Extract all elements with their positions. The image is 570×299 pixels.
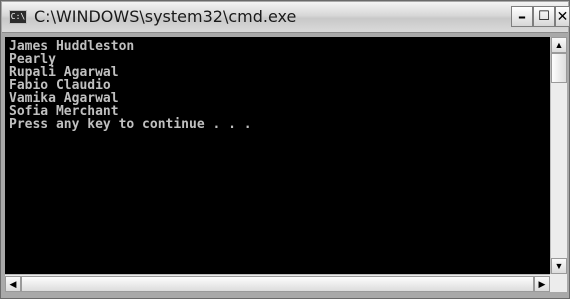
maximize-button[interactable]: ☐ bbox=[533, 6, 555, 27]
console-lines: James Huddleston Pearly Rupali Agarwal F… bbox=[9, 40, 252, 131]
close-button[interactable]: ✕ bbox=[555, 6, 570, 27]
scroll-down-arrow-icon: ▼ bbox=[554, 261, 564, 271]
close-icon: ✕ bbox=[556, 8, 569, 25]
scroll-right-arrow-icon: ▶ bbox=[538, 278, 546, 289]
vertical-scrollbar[interactable]: ▲ ▼ bbox=[550, 37, 567, 274]
horizontal-scroll-thumb[interactable] bbox=[21, 276, 534, 292]
console-output[interactable]: James Huddleston Pearly Rupali Agarwal F… bbox=[5, 37, 550, 274]
scroll-up-button[interactable]: ▲ bbox=[551, 37, 567, 53]
scroll-up-arrow-icon: ▲ bbox=[554, 40, 564, 50]
minimize-button[interactable]: – bbox=[511, 6, 533, 27]
scrollbar-corner bbox=[550, 274, 567, 292]
vertical-scroll-thumb[interactable] bbox=[551, 53, 567, 83]
title-bar[interactable]: C:\ C:\WINDOWS\system32\cmd.exe – ☐ ✕ bbox=[2, 2, 570, 33]
scroll-left-arrow-icon: ◀ bbox=[9, 278, 17, 289]
console-app-icon[interactable]: C:\ bbox=[9, 10, 27, 24]
window-title: C:\WINDOWS\system32\cmd.exe bbox=[34, 7, 297, 26]
console-prompt-line: Press any key to continue . . . bbox=[9, 117, 252, 132]
scroll-left-button[interactable]: ◀ bbox=[5, 276, 21, 292]
scroll-down-button[interactable]: ▼ bbox=[551, 258, 567, 274]
scroll-right-button[interactable]: ▶ bbox=[534, 276, 550, 292]
maximize-icon: ☐ bbox=[538, 9, 550, 24]
cmd-window: C:\ C:\WINDOWS\system32\cmd.exe – ☐ ✕ Ja… bbox=[0, 0, 570, 299]
horizontal-scrollbar[interactable]: ◀ ▶ bbox=[5, 274, 550, 292]
minimize-icon: – bbox=[518, 7, 526, 26]
